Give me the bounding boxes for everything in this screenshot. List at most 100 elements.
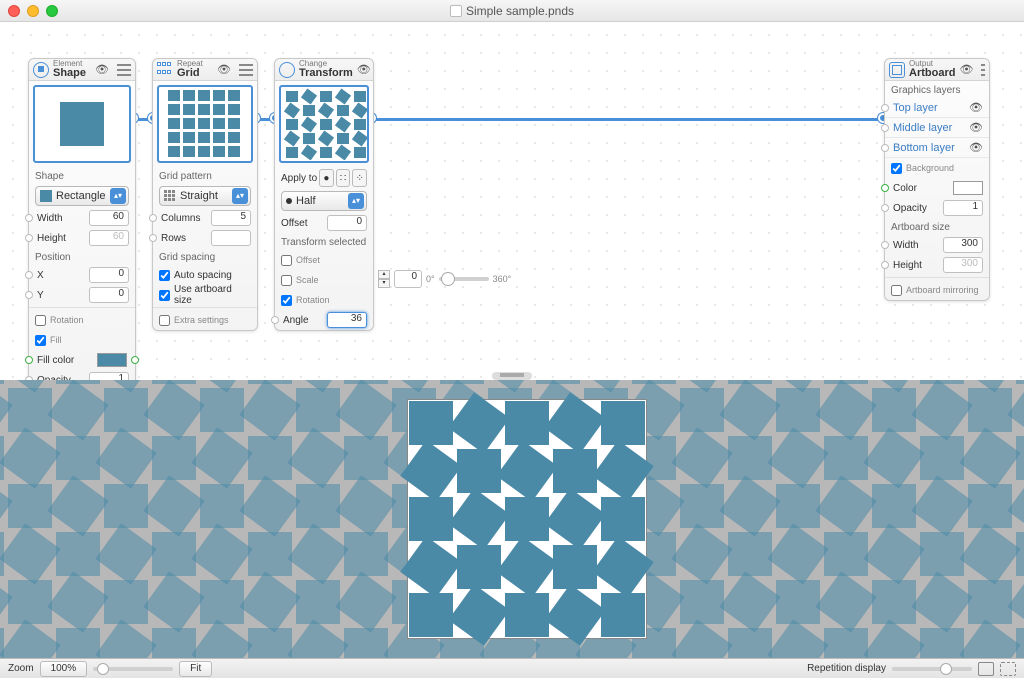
fill-color-swatch[interactable]: [97, 353, 127, 367]
eye-icon[interactable]: 👁: [357, 63, 371, 76]
mirroring-checkbox[interactable]: [891, 285, 902, 296]
chevron-updown-icon: ▴▾: [110, 188, 126, 204]
input-dot[interactable]: [881, 184, 889, 192]
angle-stepper[interactable]: ▴▾: [378, 270, 390, 288]
width-input[interactable]: 60: [89, 210, 129, 226]
opacity-input[interactable]: 1: [89, 372, 129, 380]
columns-label: Columns: [161, 213, 207, 224]
angle-input[interactable]: 36: [327, 312, 367, 328]
layer-top[interactable]: Top layer👁: [885, 98, 989, 118]
output-dot[interactable]: [131, 356, 139, 364]
fullscreen-icon[interactable]: [1000, 662, 1016, 676]
input-dot[interactable]: [149, 234, 157, 242]
t-offset-row: Offset: [275, 250, 373, 270]
autospacing-checkbox[interactable]: [159, 270, 170, 281]
rep-slider[interactable]: [892, 667, 972, 671]
input-dot[interactable]: [271, 316, 279, 324]
menu-icon[interactable]: [117, 64, 131, 76]
layer-bottom[interactable]: Bottom layer👁: [885, 138, 989, 158]
input-dot[interactable]: [25, 271, 33, 279]
extra-row: Extra settings: [153, 310, 257, 330]
shape-node[interactable]: Element Shape 👁 Shape Rectangle ▴▾ Width…: [28, 58, 136, 380]
menu-icon[interactable]: [239, 64, 253, 76]
grid-node[interactable]: Repeat Grid 👁 Grid pattern Straight ▴▾ C…: [152, 58, 258, 331]
rectangle-icon: [40, 190, 52, 202]
input-dot[interactable]: [25, 291, 33, 299]
rotation-checkbox[interactable]: [35, 315, 46, 326]
input-dot[interactable]: [881, 124, 889, 132]
useartboard-checkbox[interactable]: [159, 290, 170, 301]
input-dot[interactable]: [881, 241, 889, 249]
fit-button[interactable]: Fit: [179, 661, 212, 677]
input-dot[interactable]: [25, 234, 33, 242]
transform-node[interactable]: Change Transform 👁 Apply to ● ∷ ⁘ Half ▴…: [274, 58, 374, 331]
artboard-height-input[interactable]: 300: [943, 257, 983, 273]
t-scale-checkbox[interactable]: [281, 275, 292, 286]
input-dot[interactable]: [881, 144, 889, 152]
angle-offset-input[interactable]: 0: [394, 270, 422, 288]
deg-max: 360°: [493, 274, 512, 284]
node-header[interactable]: Output Artboard 👁: [885, 59, 989, 81]
offset-label: Offset: [281, 218, 323, 229]
apply-random-icon[interactable]: ⁘: [352, 169, 367, 187]
eye-icon[interactable]: 👁: [95, 63, 109, 76]
zoom-slider[interactable]: [93, 667, 173, 671]
artboard: [408, 400, 646, 638]
apply-multi-icon[interactable]: ∷: [336, 169, 351, 187]
pattern-preview[interactable]: [0, 380, 1024, 658]
close-icon[interactable]: [8, 5, 20, 17]
input-dot[interactable]: [149, 214, 157, 222]
pattern-dropdown[interactable]: Straight ▴▾: [159, 186, 251, 206]
columns-input[interactable]: 5: [211, 210, 251, 226]
shape-icon: [33, 62, 49, 78]
zoom-value[interactable]: 100%: [40, 661, 88, 677]
node-header[interactable]: Element Shape 👁: [29, 59, 135, 81]
node-header[interactable]: Repeat Grid 👁: [153, 59, 257, 81]
rows-input[interactable]: [211, 230, 251, 246]
width-label: Width: [37, 213, 85, 224]
input-dot[interactable]: [881, 261, 889, 269]
fill-checkbox[interactable]: [35, 335, 46, 346]
angle-inline-row: Angle 36: [275, 310, 373, 330]
apply-dropdown[interactable]: Half ▴▾: [281, 191, 367, 211]
eye-icon[interactable]: 👁: [969, 141, 983, 154]
menu-icon[interactable]: [981, 64, 985, 76]
columns-row: Columns 5: [153, 208, 257, 228]
input-dot[interactable]: [25, 214, 33, 222]
chevron-updown-icon: ▴▾: [232, 188, 248, 204]
minimize-icon[interactable]: [27, 5, 39, 17]
artboard-opacity-input[interactable]: 1: [943, 200, 983, 216]
height-input[interactable]: 60: [89, 230, 129, 246]
apply-to-row: Apply to ● ∷ ⁘: [275, 167, 373, 189]
input-dot[interactable]: [25, 356, 33, 364]
artboard-node[interactable]: Output Artboard 👁 Graphics layers Top la…: [884, 58, 990, 301]
section-pattern: Grid pattern: [153, 167, 257, 184]
y-input[interactable]: 0: [89, 287, 129, 303]
extra-checkbox[interactable]: [159, 315, 170, 326]
artboard-color-swatch[interactable]: [953, 181, 983, 195]
input-dot[interactable]: [881, 104, 889, 112]
offset-input[interactable]: 0: [327, 215, 367, 231]
layer-middle[interactable]: Middle layer👁: [885, 118, 989, 138]
eye-icon[interactable]: 👁: [217, 63, 231, 76]
t-offset-checkbox[interactable]: [281, 255, 292, 266]
split-handle[interactable]: [492, 372, 532, 380]
window-icon[interactable]: [978, 662, 994, 676]
apply-value: Half: [296, 195, 348, 207]
apply-single-icon[interactable]: ●: [319, 169, 334, 187]
node-header[interactable]: Change Transform 👁: [275, 59, 373, 81]
zoom-label: Zoom: [8, 663, 34, 674]
node-canvas[interactable]: Element Shape 👁 Shape Rectangle ▴▾ Width…: [0, 22, 1024, 380]
shape-dropdown[interactable]: Rectangle ▴▾: [35, 186, 129, 206]
x-input[interactable]: 0: [89, 267, 129, 283]
eye-icon[interactable]: 👁: [969, 121, 983, 134]
eye-icon[interactable]: 👁: [969, 101, 983, 114]
maximize-icon[interactable]: [46, 5, 58, 17]
background-checkbox[interactable]: [891, 163, 902, 174]
input-dot[interactable]: [881, 204, 889, 212]
angle-slider[interactable]: [439, 277, 489, 281]
mirroring-label: Artboard mirroring: [906, 285, 983, 295]
t-rotation-checkbox[interactable]: [281, 295, 292, 306]
artboard-width-input[interactable]: 300: [943, 237, 983, 253]
eye-icon[interactable]: 👁: [959, 63, 973, 76]
